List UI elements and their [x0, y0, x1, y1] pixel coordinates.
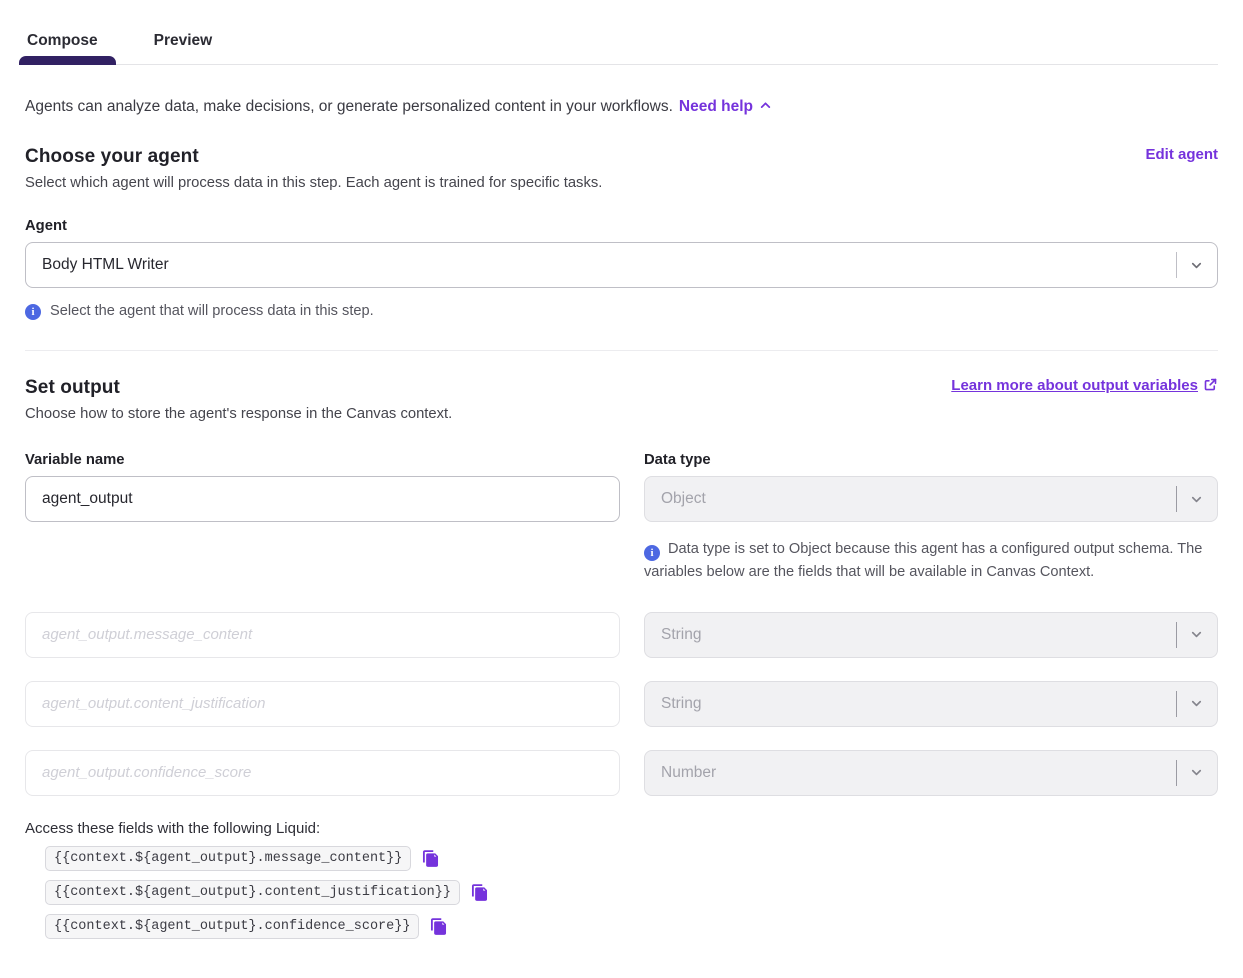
- edit-agent-link[interactable]: Edit agent: [1145, 146, 1218, 163]
- copy-button[interactable]: [470, 883, 489, 902]
- chevron-down-icon: [1189, 492, 1204, 507]
- info-icon: i: [644, 545, 660, 561]
- info-icon: i: [25, 304, 41, 320]
- variable-name-label: Variable name: [25, 452, 620, 468]
- agent-field-label: Agent: [25, 218, 1218, 234]
- choose-agent-title: Choose your agent: [25, 146, 602, 168]
- data-type-help: iData type is set to Object because this…: [644, 538, 1218, 584]
- agent-step-panel: Compose Preview Agents can analyze data,…: [0, 0, 1243, 939]
- liquid-snippet: {{context.${agent_output}.content_justif…: [45, 880, 460, 905]
- learn-more-link[interactable]: Learn more about output variables: [951, 377, 1218, 394]
- output-field-type-select: String: [644, 681, 1218, 727]
- tab-preview-label: Preview: [154, 32, 213, 49]
- tab-preview[interactable]: Preview: [152, 28, 215, 64]
- agent-help-row: i Select the agent that will process dat…: [25, 303, 1218, 320]
- external-link-icon: [1203, 377, 1218, 392]
- data-type-select: Object: [644, 476, 1218, 522]
- tab-compose[interactable]: Compose: [25, 28, 100, 64]
- copy-icon: [421, 849, 440, 868]
- agent-select-value: Body HTML Writer: [26, 256, 1176, 274]
- liquid-label: Access these fields with the following L…: [25, 820, 1218, 837]
- output-field-input: agent_output.content_justification: [25, 681, 620, 727]
- chevron-down-icon: [1189, 627, 1204, 642]
- liquid-row: {{context.${agent_output}.message_conten…: [25, 846, 1218, 871]
- active-tab-underline: [19, 56, 116, 65]
- chevron-up-icon: [759, 99, 772, 112]
- need-help-link[interactable]: Need help: [679, 98, 772, 115]
- copy-icon: [429, 917, 448, 936]
- choose-agent-subtitle: Select which agent will process data in …: [25, 175, 602, 191]
- intro-text: Agents can analyze data, make decisions,…: [25, 98, 1218, 116]
- data-type-label: Data type: [644, 452, 1218, 468]
- variable-name-input[interactable]: [25, 476, 620, 522]
- set-output-subtitle: Choose how to store the agent's response…: [25, 406, 452, 422]
- data-type-value: Object: [645, 490, 1176, 508]
- output-field-type-select: String: [644, 612, 1218, 658]
- output-field-input: agent_output.message_content: [25, 612, 620, 658]
- liquid-snippet: {{context.${agent_output}.confidence_sco…: [45, 914, 419, 939]
- output-field-input: agent_output.confidence_score: [25, 750, 620, 796]
- output-variables-grid: Variable name Data type Object iData typ…: [25, 452, 1218, 796]
- agent-select[interactable]: Body HTML Writer: [25, 242, 1218, 288]
- choose-agent-header: Choose your agent Select which agent wil…: [25, 146, 1218, 191]
- copy-button[interactable]: [421, 849, 440, 868]
- agent-help-text: Select the agent that will process data …: [50, 303, 374, 319]
- output-field-type-select: Number: [644, 750, 1218, 796]
- tab-compose-label: Compose: [27, 32, 98, 49]
- set-output-title: Set output: [25, 377, 452, 399]
- section-divider: [25, 350, 1218, 351]
- set-output-header: Set output Choose how to store the agent…: [25, 377, 1218, 422]
- copy-button[interactable]: [429, 917, 448, 936]
- liquid-row: {{context.${agent_output}.content_justif…: [25, 880, 1218, 905]
- chevron-down-icon: [1189, 258, 1204, 273]
- liquid-snippet: {{context.${agent_output}.message_conten…: [45, 846, 411, 871]
- liquid-row: {{context.${agent_output}.confidence_sco…: [25, 914, 1218, 939]
- chevron-down-icon: [1189, 696, 1204, 711]
- chevron-down-icon: [1189, 765, 1204, 780]
- tabbar: Compose Preview: [25, 28, 1218, 65]
- copy-icon: [470, 883, 489, 902]
